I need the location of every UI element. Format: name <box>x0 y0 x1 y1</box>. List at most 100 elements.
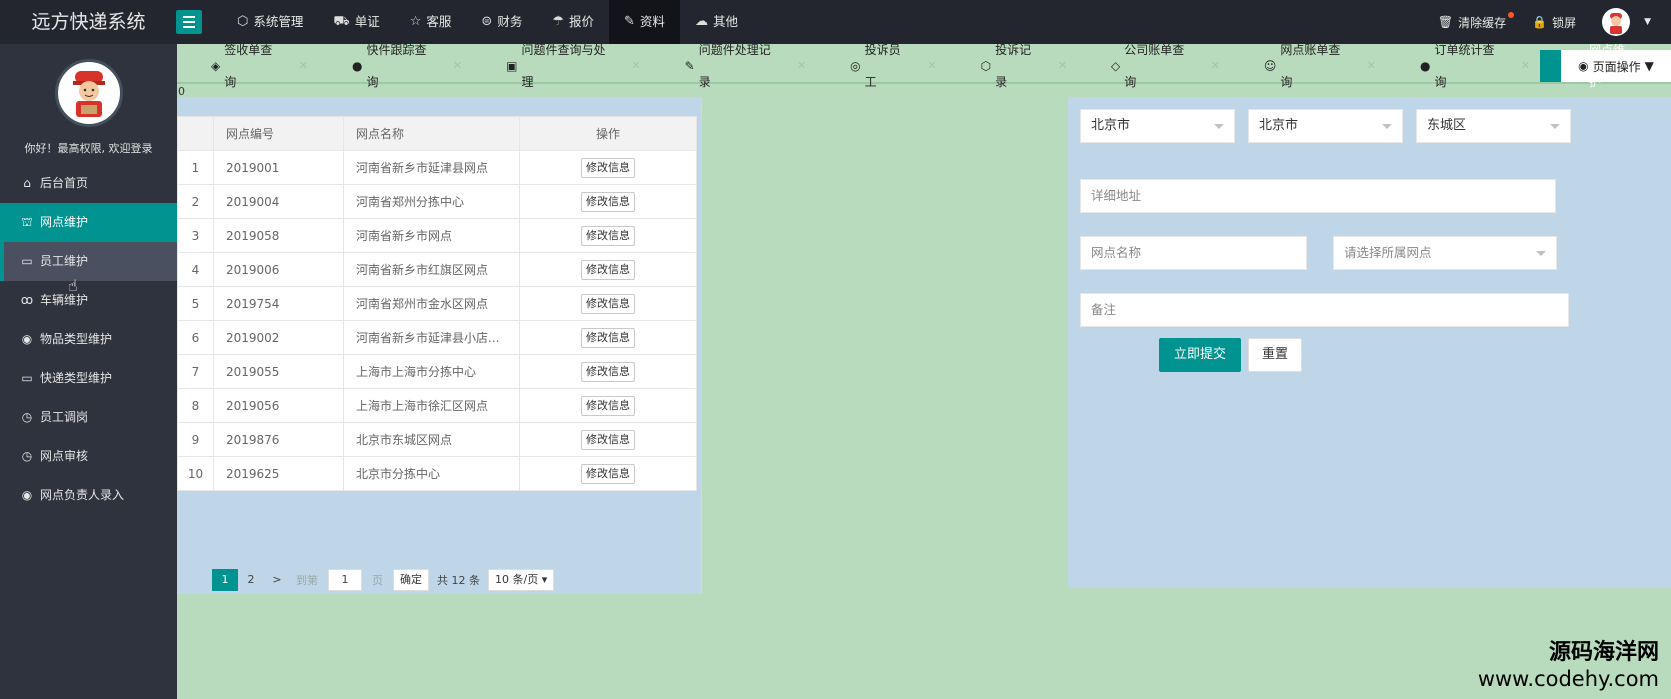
row-name: 河南省新乡市红旗区网点 <box>343 252 520 287</box>
page-unit-label: 页 <box>372 574 383 587</box>
lock-screen-button[interactable]: 🔒 锁屏 <box>1532 14 1576 31</box>
code-icon: ◉ <box>21 488 33 502</box>
edit-info-button[interactable]: 修改信息 <box>581 293 635 314</box>
circle-icon: ● <box>1419 59 1431 73</box>
sidebar-item-staff-maintenance[interactable]: ▭ 员工维护 <box>0 242 177 281</box>
user-menu-arrow-icon[interactable]: ▼ <box>1644 17 1651 27</box>
chevron-down-icon <box>1382 124 1392 129</box>
table-row: 4 2019006 河南省新乡市红旗区网点 修改信息 <box>177 252 697 287</box>
sidebar-item-vehicle-maintenance[interactable]: ꝏ 车辆维护 <box>0 281 177 320</box>
row-index: 7 <box>177 354 214 389</box>
sidebar-item-outlet-maintenance[interactable]: ⛫ 网点维护 <box>0 203 177 242</box>
table-row: 9 2019876 北京市东城区网点 修改信息 <box>177 422 697 457</box>
tab-company-bill[interactable]: ◇ 公司账单查询 ✕ <box>1077 43 1230 89</box>
tab-complain-staff[interactable]: ◎ 投诉员工 ✕ <box>816 43 946 89</box>
remark-input[interactable]: 备注 <box>1080 293 1569 327</box>
edit-info-button[interactable]: 修改信息 <box>581 157 635 178</box>
goto-confirm-button[interactable]: 确定 <box>393 569 429 591</box>
mouse-cursor-icon: ☝ <box>68 276 78 295</box>
welcome-text: 你好！最高权限, 欢迎登录 <box>24 142 153 155</box>
car-icon: ⛟ <box>333 14 350 29</box>
page-ops-dropdown[interactable]: ◉ 页面操作 ▼ <box>1561 50 1671 82</box>
edit-info-button[interactable]: 修改信息 <box>581 225 635 246</box>
nav-data[interactable]: ✎ 资料 <box>609 0 680 44</box>
close-icon[interactable]: ✕ <box>797 50 806 82</box>
sidebar-item-outlet-review[interactable]: ◷ 网点审核 <box>0 437 177 476</box>
close-icon[interactable]: ✕ <box>453 50 462 82</box>
district-select[interactable]: 东城区 <box>1416 109 1571 143</box>
row-name: 上海市上海市徐汇区网点 <box>343 388 520 423</box>
tab-tracking-query[interactable]: ● 快件跟踪查询 ✕ <box>318 43 472 89</box>
caret-down-icon: ▼ <box>1644 59 1654 73</box>
close-icon[interactable]: ✕ <box>927 50 936 82</box>
tab-receipt-query[interactable]: ◈ 签收单查询 ✕ <box>177 43 318 89</box>
sidebar-item-label: 物品类型维护 <box>40 332 113 346</box>
submit-button[interactable]: 立即提交 <box>1159 338 1242 372</box>
district-value: 东城区 <box>1427 118 1467 133</box>
next-page-icon[interactable]: > <box>264 569 290 591</box>
sidebar-item-home[interactable]: ⌂ 后台首页 <box>0 164 177 203</box>
row-action: 修改信息 <box>519 320 697 355</box>
page-size-label: 10 条/页 <box>495 573 539 586</box>
close-icon[interactable]: ✕ <box>1211 50 1220 82</box>
menu-toggle-button[interactable] <box>176 10 202 34</box>
sidebar-item-express-type[interactable]: ▭ 快递类型维护 <box>0 359 177 398</box>
edit-info-button[interactable]: 修改信息 <box>581 259 635 280</box>
bike-icon: ꝏ <box>20 293 34 307</box>
tab-problem-query[interactable]: ▣ 问题件查询与处理 ✕ <box>472 43 651 89</box>
tab-problem-records[interactable]: ✎ 问题件处理记录 ✕ <box>651 43 816 89</box>
row-code: 2019055 <box>213 354 344 389</box>
page-size-select[interactable]: 10 条/页 ▾ <box>488 569 555 591</box>
gem-icon: ◇ <box>1111 59 1121 73</box>
city-select[interactable]: 北京市 <box>1248 109 1403 143</box>
tab-order-stats[interactable]: ● 订单统计查询 ✕ <box>1386 43 1540 89</box>
row-index: 1 <box>177 150 214 185</box>
sidebar-item-goods-type[interactable]: ◉ 物品类型维护 <box>0 320 177 359</box>
close-icon[interactable]: ✕ <box>631 50 640 82</box>
reset-button[interactable]: 重置 <box>1248 338 1303 372</box>
brand-title: 远方快递系统 <box>31 11 146 33</box>
close-icon[interactable]: ✕ <box>1058 50 1067 82</box>
parent-outlet-select[interactable]: 请选择所属网点 <box>1333 236 1557 270</box>
sidebar-item-label: 快递类型维护 <box>40 371 113 385</box>
outlet-table: 网点编号 网点名称 操作 1 2019001 河南省新乡市延津县网点 修改信息 2 20… <box>177 116 697 491</box>
close-icon[interactable]: ✕ <box>1521 50 1530 82</box>
row-name: 河南省郑州市金水区网点 <box>343 286 520 321</box>
clear-cache-button[interactable]: 🗑 清除缓存 <box>1438 11 1515 31</box>
tab-label: 公司账单查询 <box>1124 43 1185 89</box>
table-row: 5 2019754 河南省郑州市金水区网点 修改信息 <box>177 286 697 321</box>
goto-page-input[interactable]: 1 <box>328 569 362 591</box>
address-input[interactable]: 详细地址 <box>1080 179 1556 213</box>
table-row: 10 2019625 北京市分拣中心 修改信息 <box>177 456 697 491</box>
row-action: 修改信息 <box>519 388 697 423</box>
row-name: 河南省郑州分拣中心 <box>343 184 520 219</box>
user-avatar[interactable] <box>1602 8 1631 36</box>
row-code: 2019006 <box>213 252 344 287</box>
row-index: 4 <box>177 252 214 287</box>
edit-info-button[interactable]: 修改信息 <box>581 429 635 450</box>
profile-avatar <box>55 59 123 127</box>
total-count: 共 12 条 <box>437 574 480 587</box>
row-action: 修改信息 <box>519 150 697 185</box>
close-icon[interactable]: ✕ <box>1367 50 1376 82</box>
edit-info-button[interactable]: 修改信息 <box>581 463 635 484</box>
edit-info-button[interactable]: 修改信息 <box>581 361 635 382</box>
page-1-button[interactable]: 1 <box>212 569 238 591</box>
row-index: 8 <box>177 388 214 423</box>
edit-info-button[interactable]: 修改信息 <box>581 327 635 348</box>
page-2-button[interactable]: 2 <box>238 569 264 591</box>
row-index: 3 <box>177 218 214 253</box>
sidebar-item-manager-entry[interactable]: ◉ 网点负责人录入 <box>0 476 177 515</box>
close-icon[interactable]: ✕ <box>299 50 308 82</box>
city-value: 北京市 <box>1259 118 1299 133</box>
row-action: 修改信息 <box>519 252 697 287</box>
sidebar-item-staff-transfer[interactable]: ◷ 员工调岗 <box>0 398 177 437</box>
edit-info-button[interactable]: 修改信息 <box>581 395 635 416</box>
outlet-name-input[interactable]: 网点名称 <box>1080 236 1307 270</box>
clock-icon: ◷ <box>21 410 33 424</box>
tab-outlet-bill[interactable]: ☺ 网点账单查询 ✕ <box>1230 43 1386 89</box>
province-select[interactable]: 北京市 <box>1080 109 1235 143</box>
edit-info-button[interactable]: 修改信息 <box>581 191 635 212</box>
goto-label: 到第 <box>296 574 318 587</box>
tab-complain-records[interactable]: ⬡ 投诉记录 ✕ <box>947 43 1077 89</box>
